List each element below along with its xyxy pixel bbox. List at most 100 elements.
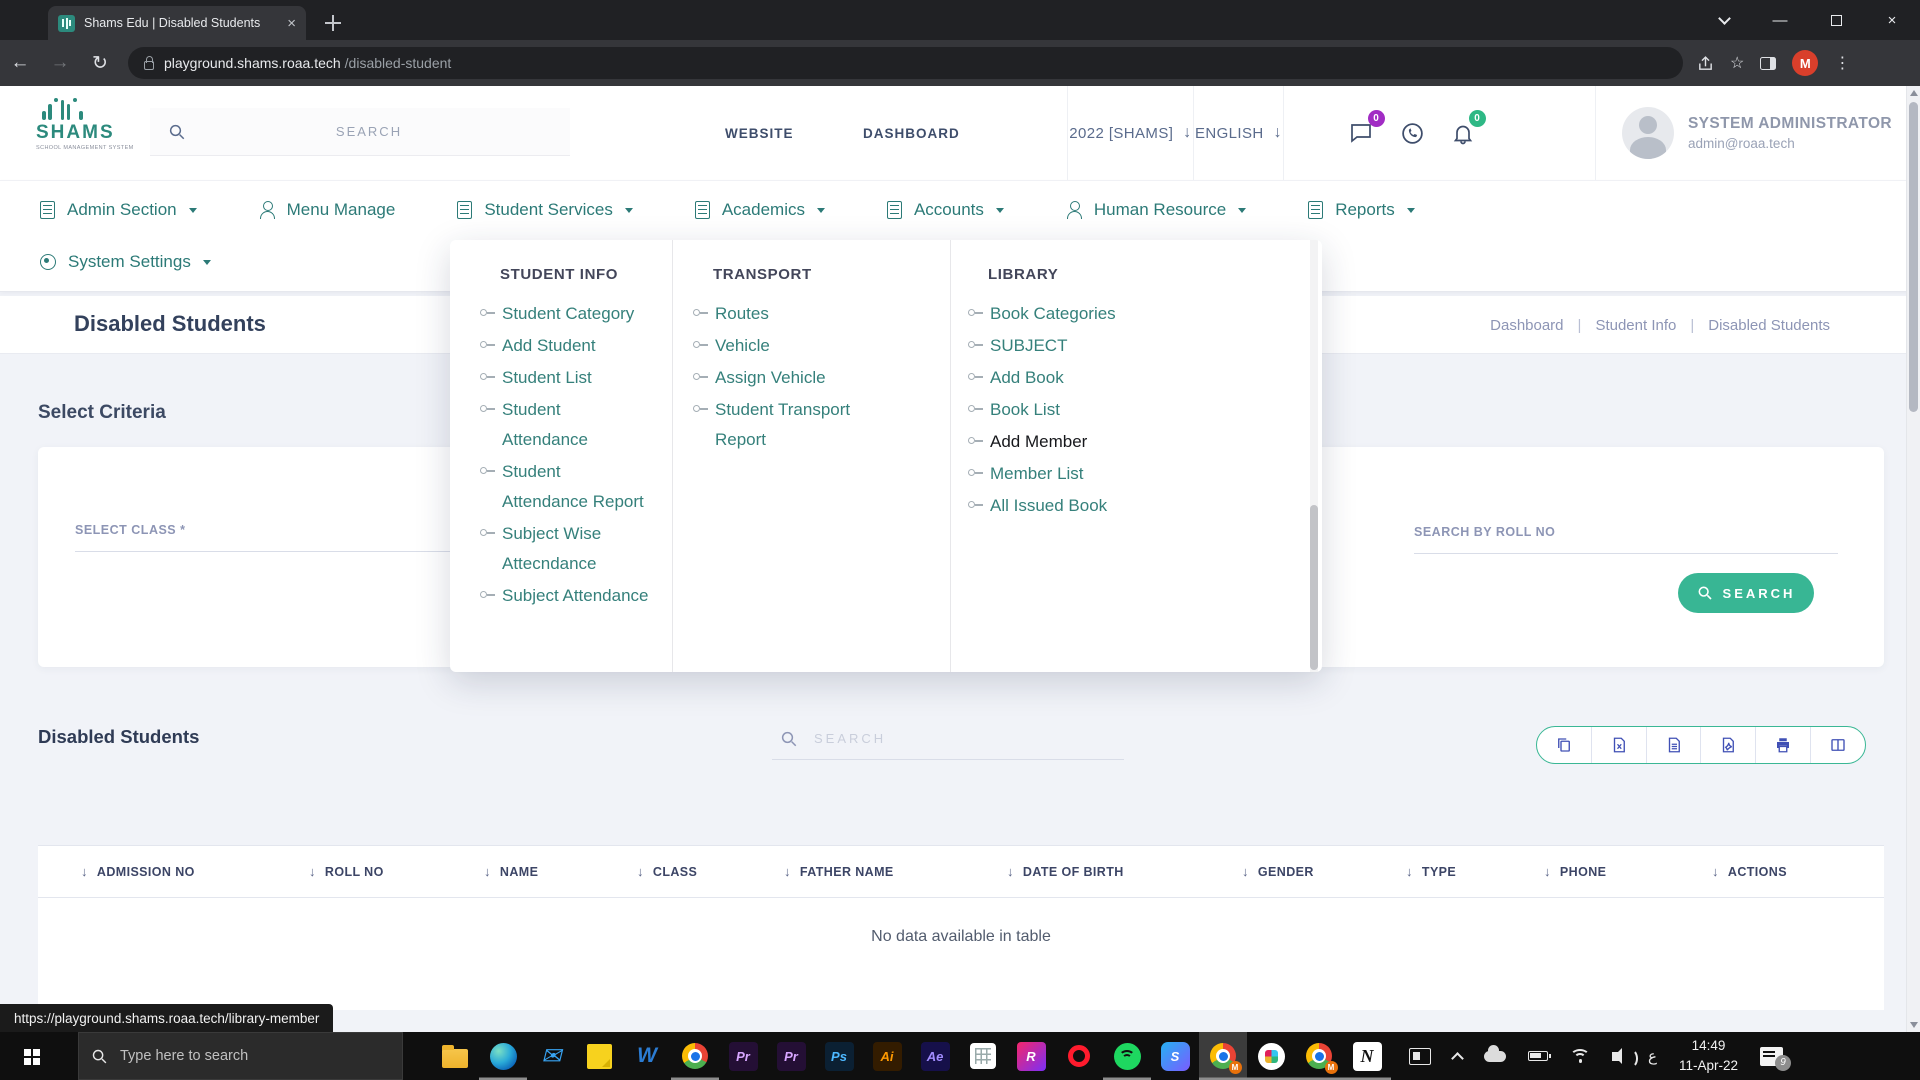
user-menu[interactable]: SYSTEM ADMINISTRATOR admin@roaa.tech <box>1594 86 1892 180</box>
column-visibility-button[interactable] <box>1810 727 1865 763</box>
taskbar-app-mail[interactable]: ✉ <box>527 1032 575 1080</box>
shams-logo[interactable]: SHAMS SCHOOL MANAGEMENT SYSTEM <box>36 98 156 151</box>
col-gender[interactable]: ↓ GENDER <box>1242 864 1314 879</box>
table-search-input[interactable] <box>814 731 1116 746</box>
taskbar-app-chrome-profile-2[interactable]: M <box>1295 1032 1343 1080</box>
tab-close-icon[interactable]: × <box>287 16 296 31</box>
whatsapp-button[interactable] <box>1400 121 1425 146</box>
year-selector[interactable]: 2022 [SHAMS] ↓ <box>1067 86 1193 180</box>
back-icon[interactable]: ← <box>0 52 40 74</box>
pdf-export-button[interactable] <box>1700 727 1755 763</box>
scrollbar-thumb[interactable] <box>1909 102 1918 412</box>
taskbar-app-file-explorer[interactable] <box>431 1032 479 1080</box>
taskbar-app-sticky-notes[interactable] <box>575 1032 623 1080</box>
header-search-input[interactable] <box>186 124 552 139</box>
taskbar-app-after-effects[interactable]: Ae <box>911 1032 959 1080</box>
volume-icon[interactable] <box>1612 1047 1638 1068</box>
window-minimize-button[interactable]: — <box>1752 0 1808 40</box>
window-maximize-button[interactable] <box>1808 0 1864 40</box>
start-button[interactable] <box>0 1032 62 1080</box>
messages-button[interactable]: 0 <box>1348 110 1385 145</box>
taskbar-app-notion[interactable]: N <box>1343 1032 1391 1080</box>
excel-export-button[interactable] <box>1590 727 1646 763</box>
roll-no-input[interactable] <box>1414 553 1838 554</box>
csv-export-button[interactable] <box>1645 727 1701 763</box>
language-selector[interactable]: ENGLISH ↓ <box>1193 86 1283 180</box>
browser-profile-avatar[interactable]: M <box>1792 50 1819 76</box>
nav-student-services[interactable]: Student Services <box>457 200 633 220</box>
menu-item-subject[interactable]: SUBJECT <box>968 331 1218 361</box>
col-father-name[interactable]: ↓ FATHER NAME <box>784 864 894 879</box>
menu-item-book-list[interactable]: Book List <box>968 395 1218 425</box>
dropdown-scrollbar[interactable] <box>1310 240 1318 672</box>
taskbar-app-chrome-profile[interactable]: M <box>1199 1032 1247 1080</box>
menu-item-routes[interactable]: Routes <box>693 299 893 329</box>
menu-item-student-transport-report[interactable]: Student Transport Report <box>693 395 893 455</box>
taskbar-search-input[interactable] <box>120 1048 390 1064</box>
nav-reports[interactable]: Reports <box>1308 200 1415 220</box>
breadcrumb-dashboard[interactable]: Dashboard <box>1490 317 1563 334</box>
taskbar-app-word[interactable]: W <box>623 1032 671 1080</box>
col-roll-no[interactable]: ↓ ROLL NO <box>309 864 384 879</box>
taskbar-app-slack[interactable] <box>1247 1032 1295 1080</box>
taskbar-app-calculator[interactable] <box>959 1032 1007 1080</box>
menu-item-subject-wise-attendance[interactable]: Subject Wise Attecndance <box>480 519 650 579</box>
tab-search-icon[interactable] <box>1696 0 1752 40</box>
tray-expand-icon[interactable] <box>1451 1051 1464 1065</box>
forward-icon[interactable]: → <box>40 52 80 74</box>
nav-accounts[interactable]: Accounts <box>886 200 1004 220</box>
taskbar-app-opera[interactable] <box>1055 1032 1103 1080</box>
bookmark-star-icon[interactable]: ☆ <box>1730 53 1744 73</box>
menu-item-student-category[interactable]: Student Category <box>480 299 650 329</box>
window-close-button[interactable]: × <box>1864 0 1920 40</box>
breadcrumb-student-info[interactable]: Student Info <box>1595 317 1676 334</box>
onedrive-icon[interactable] <box>1484 1044 1506 1062</box>
col-actions[interactable]: ↓ ACTIONS <box>1712 864 1787 879</box>
copy-button[interactable] <box>1537 727 1591 763</box>
address-bar[interactable]: playground.shams.roaa.tech/disabled-stud… <box>128 47 1683 79</box>
notifications-button[interactable]: 0 <box>1451 109 1486 146</box>
taskbar-app-skype[interactable]: S <box>1151 1032 1199 1080</box>
nav-admin-section[interactable]: Admin Section <box>40 200 197 220</box>
taskbar-app-rider[interactable]: R <box>1007 1032 1055 1080</box>
taskbar-app-chrome[interactable] <box>671 1032 719 1080</box>
news-widget-icon[interactable] <box>1409 1047 1431 1065</box>
side-panel-icon[interactable] <box>1760 56 1777 70</box>
col-name[interactable]: ↓ NAME <box>484 864 538 879</box>
menu-item-subject-attendance[interactable]: Subject Attendance <box>480 581 650 611</box>
browser-tab[interactable]: Shams Edu | Disabled Students × <box>48 6 306 40</box>
print-button[interactable] <box>1755 727 1810 763</box>
menu-item-student-attendance[interactable]: Student Attendance <box>480 395 650 455</box>
nav-human-resource[interactable]: Human Resource <box>1066 200 1247 220</box>
menu-item-add-member[interactable]: Add Member <box>968 427 1218 457</box>
taskbar-app-premiere[interactable]: Pr <box>719 1032 767 1080</box>
page-scrollbar[interactable] <box>1906 86 1920 1032</box>
action-center-icon[interactable]: 9 <box>1759 1046 1791 1071</box>
menu-item-student-attendance-report[interactable]: Student Attendance Report <box>480 457 650 517</box>
select-class-input[interactable] <box>75 551 515 552</box>
taskbar-app-premiere-2[interactable]: Pr <box>767 1032 815 1080</box>
menu-item-assign-vehicle[interactable]: Assign Vehicle <box>693 363 893 393</box>
taskbar-search[interactable] <box>78 1032 403 1080</box>
menu-item-member-list[interactable]: Member List <box>968 459 1218 489</box>
nav-system-settings[interactable]: System Settings <box>40 252 211 272</box>
menu-item-add-student[interactable]: Add Student <box>480 331 650 361</box>
new-tab-button[interactable] <box>322 12 344 34</box>
col-class[interactable]: ↓ CLASS <box>637 864 697 879</box>
reload-icon[interactable]: ↻ <box>80 52 120 75</box>
taskbar-app-photoshop[interactable]: Ps <box>815 1032 863 1080</box>
taskbar-app-spotify[interactable] <box>1103 1032 1151 1080</box>
col-type[interactable]: ↓ TYPE <box>1406 864 1456 879</box>
search-button[interactable]: SEARCH <box>1678 573 1814 613</box>
menu-item-all-issued-book[interactable]: All Issued Book <box>968 491 1218 521</box>
wifi-icon[interactable] <box>1570 1048 1590 1064</box>
col-phone[interactable]: ↓ PHONE <box>1544 864 1606 879</box>
taskbar-clock[interactable]: 14:49 11-Apr-22 <box>1679 1036 1738 1075</box>
menu-item-add-book[interactable]: Add Book <box>968 363 1218 393</box>
input-language-indicator[interactable]: ع <box>1648 1047 1657 1065</box>
col-date-of-birth[interactable]: ↓ DATE OF BIRTH <box>1007 864 1124 879</box>
share-icon[interactable] <box>1697 55 1714 72</box>
dashboard-link[interactable]: DASHBOARD <box>863 126 960 141</box>
col-admission-no[interactable]: ↓ ADMISSION NO <box>81 864 195 879</box>
nav-academics[interactable]: Academics <box>694 200 825 220</box>
